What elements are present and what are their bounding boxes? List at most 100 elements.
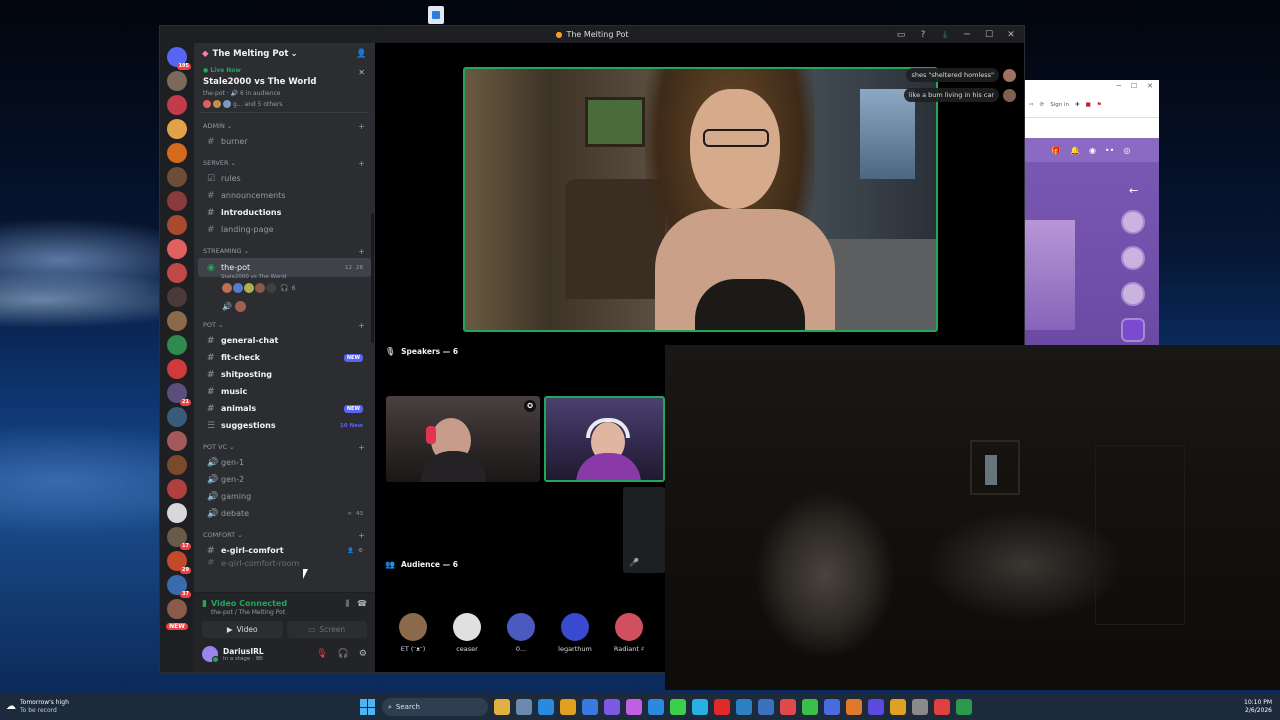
server-icon[interactable] <box>167 71 187 91</box>
add-channel-icon[interactable]: + <box>358 122 365 131</box>
audience-member[interactable]: ET (ᵔᴥᵔ) <box>395 613 431 653</box>
server-icon[interactable] <box>167 215 187 235</box>
headphones-icon[interactable]: 🎧 <box>338 649 349 659</box>
server-icon[interactable] <box>167 479 187 499</box>
server-icon[interactable] <box>167 263 187 283</box>
taskbar-app-icon[interactable] <box>846 699 862 715</box>
server-icon[interactable] <box>167 503 187 523</box>
signal-icon[interactable]: ▮ <box>202 599 207 609</box>
audience-member[interactable]: ceaser <box>449 613 485 653</box>
puzzle-icon[interactable]: ✚ <box>1075 102 1080 108</box>
category-admin[interactable]: ADMIN ⌄ + <box>194 119 375 133</box>
category-pot[interactable]: pot ⌄ + <box>194 318 375 332</box>
avatar[interactable] <box>1121 318 1145 342</box>
avatar[interactable] <box>1121 210 1145 234</box>
server-icon[interactable] <box>167 311 187 331</box>
channel-debate[interactable]: 🔊 debate ∞ 43 <box>198 505 371 522</box>
gear-icon[interactable]: ⚙ <box>359 649 367 659</box>
mute-microphone-icon[interactable]: 🎙 <box>316 649 327 659</box>
taskbar-app-icon[interactable] <box>736 699 752 715</box>
avatar[interactable] <box>1003 68 1016 82</box>
category-streaming[interactable]: streaming ⌄ + <box>194 244 375 258</box>
server-icon[interactable] <box>167 335 187 355</box>
close-button[interactable]: ✕ <box>1000 30 1022 40</box>
server-icon[interactable]: 37 <box>167 575 191 598</box>
taskbar-app-icon[interactable] <box>560 699 576 715</box>
channel-landing-page[interactable]: # landing-page <box>198 221 371 238</box>
channel-gaming[interactable]: 🔊 gaming <box>198 488 371 505</box>
server-icon[interactable] <box>167 359 187 379</box>
browser-window-background[interactable]: ─ ☐ ✕ ⇨ ⟳ Sign in ✚ ■ ⚑ 🎁 🔔 ◉ •• ◎ ← <box>1025 80 1159 346</box>
audience-member[interactable]: Radiant ♯ <box>611 613 647 653</box>
refresh-icon[interactable]: ⟳ <box>1040 102 1045 108</box>
channel-e-girl-comfort-room[interactable]: # e-girl-comfort-room <box>198 559 371 567</box>
taskbar-app-icon[interactable] <box>824 699 840 715</box>
server-icon[interactable] <box>167 599 187 619</box>
desktop-app-icon[interactable] <box>428 6 444 24</box>
user-name[interactable]: DariusIRL <box>223 647 264 656</box>
taskbar-app-icon[interactable] <box>934 699 950 715</box>
extension-red-icon[interactable]: ■ <box>1086 102 1091 108</box>
avatar[interactable] <box>222 283 232 293</box>
audience-member[interactable]: 0... <box>503 613 539 653</box>
disconnect-icon[interactable]: ☎ <box>357 599 367 609</box>
channel-introductions[interactable]: # introductions <box>198 204 371 221</box>
server-icon[interactable] <box>167 239 187 259</box>
gift-icon[interactable]: 🎁 <box>1051 146 1061 155</box>
server-icon[interactable]: 17 <box>167 527 191 550</box>
sign-in-button[interactable]: Sign in <box>1050 102 1069 108</box>
flag-icon[interactable]: ⚑ <box>1097 102 1102 108</box>
taskbar-app-icon[interactable] <box>538 699 554 715</box>
main-video-stream[interactable] <box>463 67 938 332</box>
channel-announcements[interactable]: # announcements <box>198 187 371 204</box>
taskbar-app-icon[interactable] <box>670 699 686 715</box>
voice-channel-row[interactable]: 🔊 <box>194 301 375 312</box>
server-icon[interactable] <box>167 287 187 307</box>
noise-suppression-icon[interactable]: ⫼ <box>345 599 349 609</box>
channel-burner[interactable]: # burner <box>198 133 371 150</box>
add-channel-icon[interactable]: + <box>358 443 365 452</box>
channel-shitposting[interactable]: # shitposting <box>198 366 371 383</box>
taskbar-app-icon[interactable] <box>956 699 972 715</box>
server-icon[interactable] <box>167 455 187 475</box>
server-icon[interactable] <box>167 431 187 451</box>
channel-e-girl-comfort[interactable]: # e-girl-comfort 👤 ⚙ <box>198 542 371 559</box>
maximize-button[interactable]: ☐ <box>978 30 1000 40</box>
browser-maximize-button[interactable]: ☐ <box>1131 82 1137 90</box>
add-channel-icon[interactable]: + <box>358 159 365 168</box>
avatar-icon[interactable]: ◎ <box>1123 146 1130 155</box>
invite-icon[interactable]: 👤 <box>347 548 354 554</box>
taskbar-app-icon[interactable] <box>868 699 884 715</box>
taskbar-app-icon[interactable] <box>758 699 774 715</box>
channel-fit-check[interactable]: # fit-check NEW <box>198 349 371 366</box>
taskbar-app-icon[interactable] <box>780 699 796 715</box>
channel-gen-1[interactable]: 🔊 gen-1 <box>198 454 371 471</box>
server-icon[interactable] <box>167 407 187 427</box>
user-avatar[interactable] <box>202 646 219 663</box>
browser-close-button[interactable]: ✕ <box>1147 82 1153 90</box>
taskbar-app-icon[interactable] <box>582 699 598 715</box>
avatar[interactable] <box>234 301 246 312</box>
channel-rules[interactable]: ☑ rules <box>198 170 371 187</box>
category-server[interactable]: server ⌄ + <box>194 156 375 170</box>
server-icon[interactable] <box>167 119 187 139</box>
close-icon[interactable]: ✕ <box>358 68 365 77</box>
discord-home-icon[interactable]: 195 <box>167 47 191 70</box>
avatar[interactable] <box>1121 246 1145 270</box>
taskbar-app-icon[interactable] <box>516 699 532 715</box>
start-button[interactable] <box>360 699 376 715</box>
taskbar-app-icon[interactable] <box>714 699 730 715</box>
channel-gen-2[interactable]: 🔊 gen-2 <box>198 471 371 488</box>
dots-icon[interactable]: •• <box>1105 146 1114 155</box>
taskbar-app-icon[interactable] <box>604 699 620 715</box>
voice-status-title[interactable]: Video Connected <box>211 599 287 608</box>
speaker-tile[interactable]: 🎤 <box>623 487 665 573</box>
taskbar-app-icon[interactable] <box>494 699 510 715</box>
channel-animals[interactable]: # animals NEW <box>198 400 371 417</box>
taskbar-app-icon[interactable] <box>890 699 906 715</box>
voice-status-location[interactable]: the-pot / The Melting Pot <box>211 609 287 616</box>
avatar[interactable] <box>1121 282 1145 306</box>
server-icon[interactable] <box>167 191 187 211</box>
category-comfort[interactable]: comfort ⌄ + <box>194 528 375 542</box>
inbox-icon[interactable]: ▭ <box>890 30 912 40</box>
